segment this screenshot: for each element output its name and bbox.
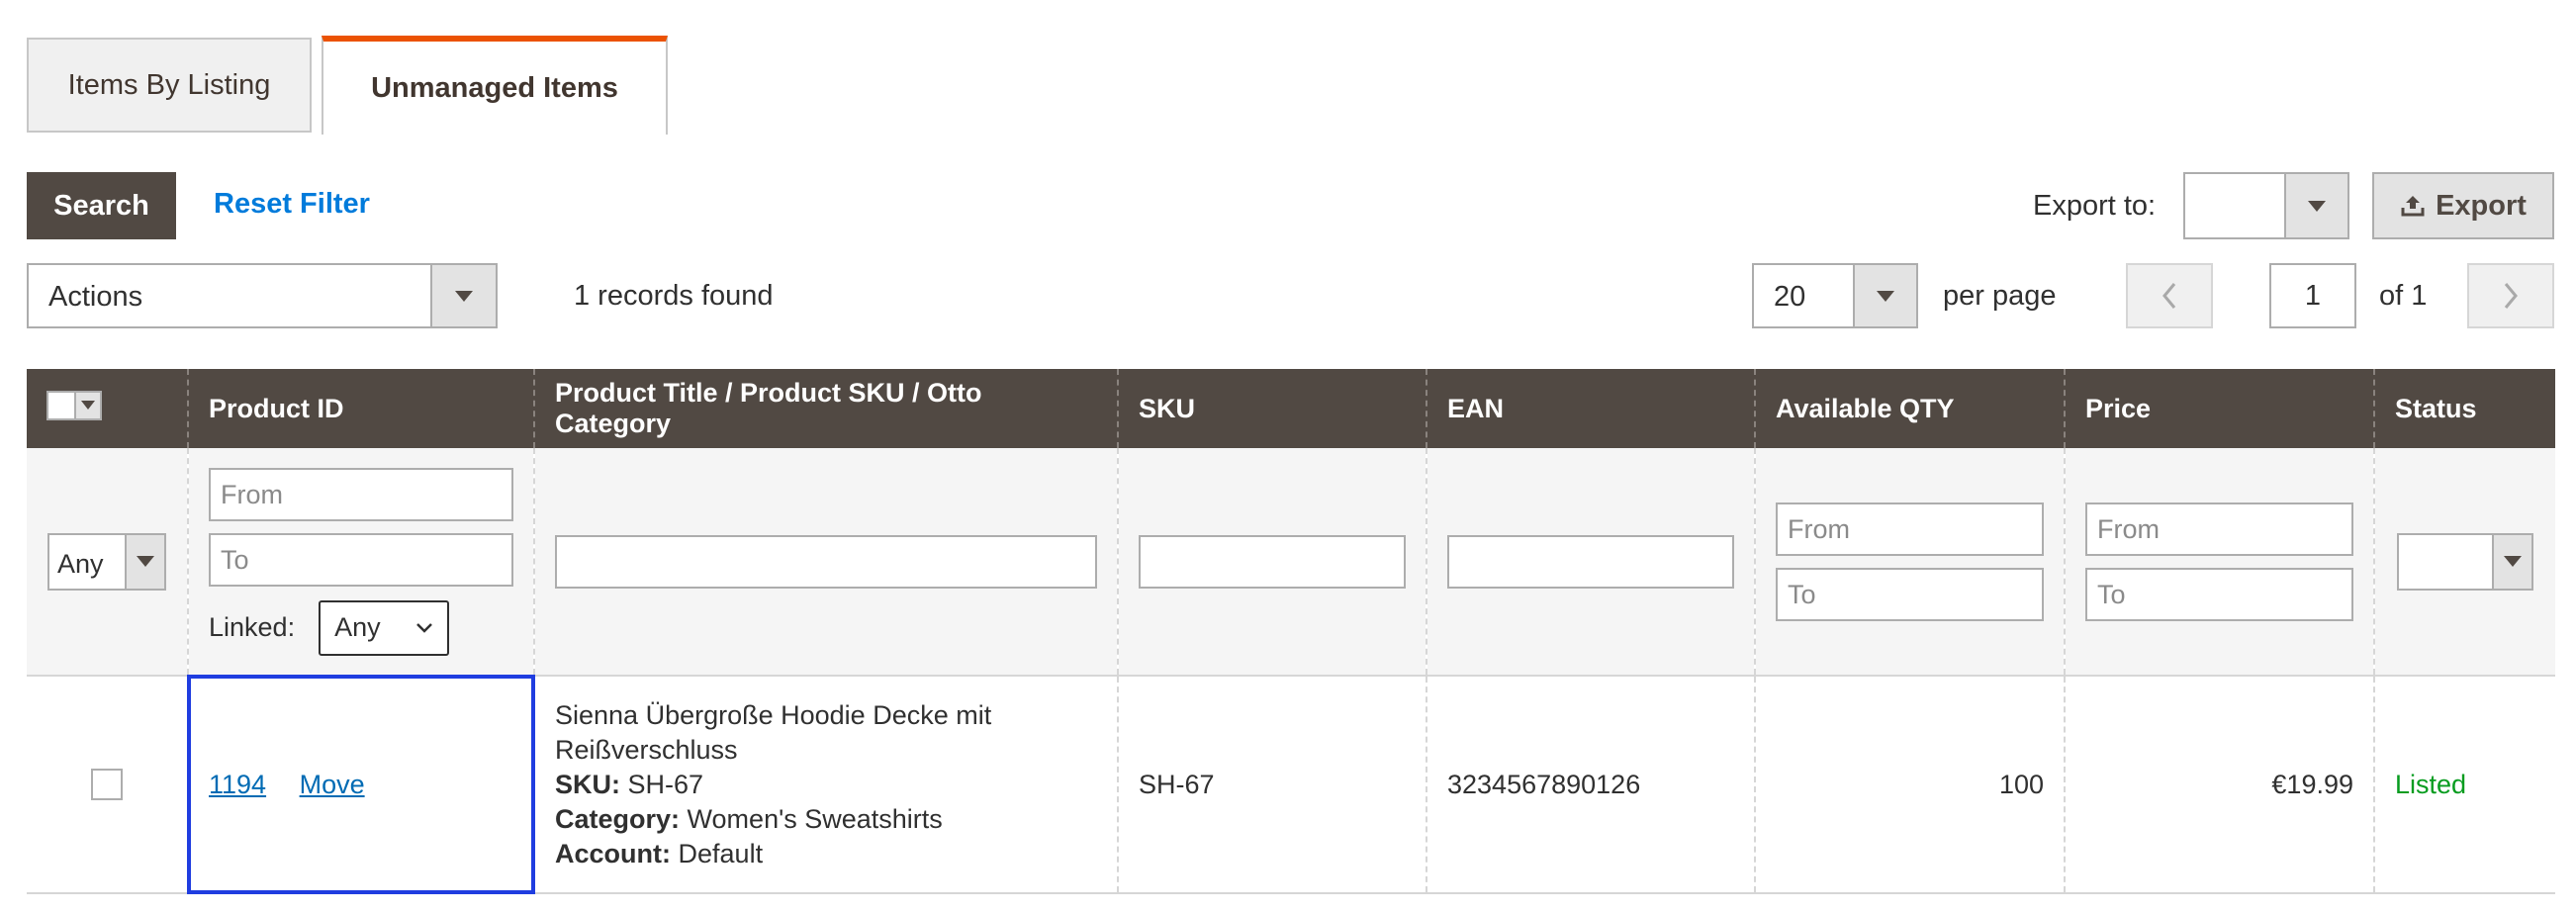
chevron-down-icon: [2284, 174, 2347, 237]
tab-items-by-listing[interactable]: Items By Listing: [27, 38, 312, 133]
column-header-status[interactable]: Status: [2373, 369, 2555, 448]
title-filter-input[interactable]: [555, 534, 1097, 589]
row-checkbox[interactable]: [91, 769, 123, 800]
mass-select-filter[interactable]: Any: [47, 532, 166, 591]
total-pages-label: of 1: [2379, 280, 2428, 312]
sku-filter-input[interactable]: [1139, 534, 1406, 589]
per-page-select[interactable]: 20: [1752, 263, 1918, 328]
product-title-line2: Reißverschluss: [555, 734, 738, 765]
chevron-right-icon: [2504, 283, 2518, 309]
filter-status-cell: [2373, 448, 2555, 676]
filter-qty-cell: From To: [1754, 448, 2065, 676]
product-id-to-input[interactable]: To: [209, 532, 513, 587]
per-page-label: per page: [1943, 280, 2057, 312]
linked-label: Linked:: [209, 612, 296, 642]
linked-select[interactable]: Any: [319, 599, 450, 656]
grid-header-row: Product ID Product Title / Product SKU /…: [27, 369, 2555, 448]
ean-filter-input[interactable]: [1447, 534, 1734, 589]
column-header-title[interactable]: Product Title / Product SKU / Otto Categ…: [533, 369, 1118, 448]
product-account-line: Account: Default: [555, 837, 1097, 871]
column-header-ean[interactable]: EAN: [1426, 369, 1755, 448]
product-id-cell: 1194 Move: [187, 675, 535, 894]
column-header-qty[interactable]: Available QTY: [1754, 369, 2065, 448]
reset-filter-link[interactable]: Reset Filter: [214, 188, 370, 221]
move-link[interactable]: Move: [300, 770, 365, 799]
account-label: Account:: [555, 838, 671, 868]
column-header-price[interactable]: Price: [2064, 369, 2374, 448]
product-id-from-input[interactable]: From: [209, 467, 513, 521]
chevron-down-icon: [125, 534, 164, 589]
current-page-input[interactable]: 1: [2269, 263, 2356, 328]
chevron-down-icon: [416, 622, 432, 633]
status-badge: Listed: [2373, 675, 2555, 894]
export-button[interactable]: Export: [2372, 172, 2554, 239]
chevron-down-icon: [430, 265, 496, 326]
mass-select-control[interactable]: [46, 390, 102, 420]
unmanaged-items-grid: Product ID Product Title / Product SKU /…: [27, 369, 2555, 894]
records-count: 1 records found: [574, 280, 774, 312]
filter-row: Any From To Linked: Any From To From To: [27, 448, 2555, 676]
linked-filter: Linked: Any: [209, 599, 513, 656]
status-filter-select[interactable]: [2397, 532, 2533, 591]
price-to-input[interactable]: To: [2085, 567, 2353, 621]
column-header-product-id[interactable]: Product ID: [187, 369, 534, 448]
export-to-label: Export to:: [2033, 190, 2157, 222]
chevron-down-icon: [1853, 265, 1916, 326]
filter-mass-select-cell: Any: [27, 448, 188, 676]
product-category-line: Category: Women's Sweatshirts: [555, 802, 1097, 837]
category-value: Women's Sweatshirts: [687, 803, 943, 834]
sku-cell: SH-67: [1117, 675, 1426, 894]
mass-actions-select[interactable]: Actions: [27, 263, 498, 328]
mass-select-header: [27, 369, 188, 448]
linked-select-value: Any: [334, 612, 381, 642]
export-button-label: Export: [2436, 189, 2527, 222]
product-sku-line: SKU: SH-67: [555, 768, 1097, 802]
sku-value: SH-67: [627, 769, 704, 799]
export-format-select[interactable]: [2183, 172, 2349, 239]
chevron-down-icon: [2492, 534, 2531, 589]
product-title-cell: Sienna Übergroße Hoodie Decke mit Reißve…: [533, 675, 1118, 894]
previous-page-button[interactable]: [2126, 263, 2213, 328]
mass-select-filter-value: Any: [57, 548, 104, 579]
filter-price-cell: From To: [2064, 448, 2374, 676]
qty-to-input[interactable]: To: [1776, 567, 2044, 621]
product-id-link[interactable]: 1194: [209, 770, 266, 799]
filter-product-id-cell: From To Linked: Any: [187, 448, 534, 676]
qty-from-input[interactable]: From: [1776, 502, 2044, 556]
chevron-left-icon: [2162, 283, 2176, 309]
ean-cell: 3234567890126: [1426, 675, 1755, 894]
tab-unmanaged-items[interactable]: Unmanaged Items: [322, 36, 668, 135]
column-header-sku[interactable]: SKU: [1117, 369, 1426, 448]
table-row: 1194 Move Sienna Übergroße Hoodie Decke …: [27, 675, 2555, 894]
category-label: Category:: [555, 803, 681, 834]
tabs-bar: Items By Listing Unmanaged Items: [27, 36, 2549, 135]
upload-icon: [2401, 196, 2425, 217]
account-value: Default: [678, 838, 764, 868]
next-page-button[interactable]: [2467, 263, 2554, 328]
filter-ean-cell: [1426, 448, 1755, 676]
search-button[interactable]: Search: [27, 172, 176, 239]
chevron-down-icon[interactable]: [76, 390, 102, 420]
mass-select-checkbox[interactable]: [46, 390, 76, 420]
row-select-cell: [27, 675, 188, 894]
per-page-value: 20: [1774, 281, 1806, 313]
price-cell: €19.99: [2064, 675, 2374, 894]
filter-sku-cell: [1117, 448, 1426, 676]
filter-title-cell: [533, 448, 1118, 676]
mass-actions-value: Actions: [48, 281, 143, 313]
price-from-input[interactable]: From: [2085, 502, 2353, 556]
product-title-line1: Sienna Übergroße Hoodie Decke mit: [555, 699, 992, 730]
qty-cell: 100: [1754, 675, 2065, 894]
sku-label: SKU:: [555, 769, 620, 799]
